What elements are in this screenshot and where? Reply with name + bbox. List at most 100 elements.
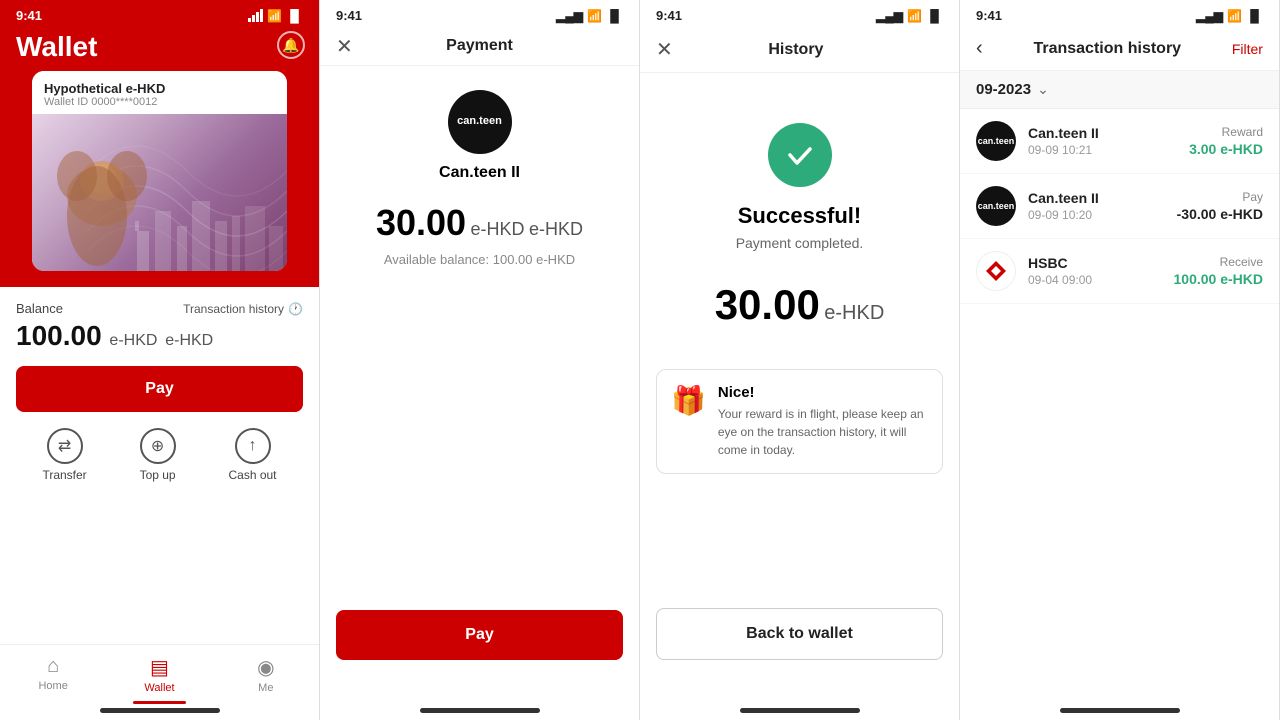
- status-bar-2: 9:41 ▂▄▆ 📶 ▐▌: [320, 0, 639, 27]
- tx-item-3: HSBC 09-04 09:00 Receive 100.00 e-HKD: [960, 239, 1279, 304]
- clock-icon: 🕐: [288, 302, 303, 316]
- status-icons-2: ▂▄▆ 📶 ▐▌: [556, 9, 623, 23]
- available-balance: Available balance: 100.00 e-HKD: [320, 252, 639, 267]
- nav-home-label: Home: [38, 680, 67, 692]
- time-4: 9:41: [976, 8, 1002, 23]
- nav-wallet[interactable]: ▤ Wallet: [106, 653, 212, 696]
- wallet-screen: 9:41 📶 ▐▌ 🔔 Wallet Hypothetical e-HKD Wa…: [0, 0, 320, 720]
- wallet-card: Hypothetical e-HKD Wallet ID 0000****001…: [32, 71, 287, 271]
- card-id: Wallet ID 0000****0012: [44, 96, 275, 108]
- payment-unit: e-HKD: [471, 219, 525, 239]
- cashout-label: Cash out: [228, 468, 276, 482]
- wallet-icon: ▤: [150, 655, 169, 680]
- transfer-label: Transfer: [42, 468, 86, 482]
- tx-initials-2: can.teen: [978, 201, 1015, 211]
- signal-icon: [248, 9, 263, 22]
- tx-info-2: Can.teen II 09-09 10:20: [1028, 190, 1165, 222]
- time-1: 9:41: [16, 8, 42, 23]
- tx-list: can.teen Can.teen II 09-09 10:21 Reward …: [960, 109, 1279, 700]
- wallet-body-inner: Balance Transaction history 🕐 100.00 e-H…: [0, 287, 319, 644]
- signal-icon-2: ▂▄▆: [556, 9, 583, 23]
- cashout-action[interactable]: ↑ Cash out: [228, 428, 276, 482]
- nav-home[interactable]: ⌂ Home: [0, 653, 106, 696]
- reward-title: Nice!: [718, 384, 928, 401]
- merchant-name: Can.teen II: [320, 164, 639, 182]
- nav-wallet-label: Wallet: [144, 682, 174, 694]
- tx-date-1: 09-09 10:21: [1028, 143, 1177, 157]
- balance-unit-text: e-HKD: [165, 332, 213, 349]
- tx-value-1: 3.00 e-HKD: [1189, 141, 1263, 157]
- tx-history-link[interactable]: Transaction history 🕐: [183, 302, 303, 316]
- payment-title: Payment: [446, 37, 513, 55]
- close-payment-button[interactable]: ✕: [336, 34, 353, 59]
- nav-me-label: Me: [258, 682, 273, 694]
- tx-avatar-2: can.teen: [976, 186, 1016, 226]
- tx-item-2: can.teen Can.teen II 09-09 10:20 Pay -30…: [960, 174, 1279, 239]
- tx-filter-button[interactable]: Filter: [1232, 41, 1263, 57]
- profile-icon: ◉: [257, 655, 274, 680]
- status-bar-4: 9:41 ▂▄▆ 📶 ▐▌: [960, 0, 1279, 27]
- success-amount: 30.00: [715, 281, 820, 328]
- tx-header-title: Transaction history: [1033, 40, 1181, 58]
- reward-text: Nice! Your reward is in flight, please k…: [718, 384, 928, 459]
- payment-amount: 30.00: [376, 202, 466, 243]
- city-svg: [127, 171, 287, 271]
- home-bar-1: [100, 708, 220, 713]
- home-indicator-4: [960, 700, 1279, 720]
- signal-icon-3: ▂▄▆: [876, 9, 903, 23]
- success-content: Successful! Payment completed. 30.00 e-H…: [640, 73, 959, 700]
- wifi-icon-4: 📶: [1227, 9, 1242, 23]
- success-title: Successful!: [738, 203, 862, 229]
- success-header: ✕ History: [640, 27, 959, 73]
- time-2: 9:41: [336, 8, 362, 23]
- topup-action[interactable]: ⊕ Top up: [140, 428, 176, 482]
- tx-type-1: Reward: [1189, 125, 1263, 139]
- wifi-icon: 📶: [267, 9, 282, 23]
- home-bar-4: [1060, 708, 1180, 713]
- nav-me[interactable]: ◉ Me: [213, 653, 319, 696]
- tx-history-label: Transaction history: [183, 302, 284, 316]
- payment-amount-row: 30.00 e-HKD e-HKD: [320, 202, 639, 244]
- tx-avatar-3: [976, 251, 1016, 291]
- tx-back-button[interactable]: ‹: [976, 37, 983, 60]
- battery-icon-4: ▐▌: [1246, 9, 1263, 23]
- wifi-icon-2: 📶: [587, 9, 602, 23]
- month-selector[interactable]: 09-2023 ⌄: [960, 71, 1279, 109]
- tx-type-2: Pay: [1177, 190, 1263, 204]
- back-to-wallet-button[interactable]: Back to wallet: [656, 608, 943, 660]
- tx-amount-col-3: Receive 100.00 e-HKD: [1174, 255, 1264, 287]
- reward-body: Your reward is in flight, please keep an…: [718, 405, 928, 459]
- signal-icon-4: ▂▄▆: [1196, 9, 1223, 23]
- notification-bell[interactable]: 🔔: [277, 31, 305, 59]
- check-circle: [768, 123, 832, 187]
- wifi-icon-3: 📶: [907, 9, 922, 23]
- tx-amount-col-1: Reward 3.00 e-HKD: [1189, 125, 1263, 157]
- wallet-body: Balance Transaction history 🕐 100.00 e-H…: [0, 287, 319, 720]
- checkmark-svg: [782, 137, 818, 173]
- status-bar-3: 9:41 ▂▄▆ 📶 ▐▌: [640, 0, 959, 27]
- battery-icon-2: ▐▌: [606, 9, 623, 23]
- home-icon: ⌂: [47, 655, 59, 678]
- reward-emoji: 🎁: [671, 384, 706, 417]
- payment-screen: 9:41 ▂▄▆ 📶 ▐▌ ✕ Payment can.teen Can.tee…: [320, 0, 640, 720]
- wallet-header: 🔔 Wallet Hypothetical e-HKD Wallet ID 00…: [0, 27, 319, 287]
- transfer-action[interactable]: ⇄ Transfer: [42, 428, 86, 482]
- tx-item-1: can.teen Can.teen II 09-09 10:21 Reward …: [960, 109, 1279, 174]
- merchant-avatar: can.teen: [448, 90, 512, 154]
- cashout-icon: ↑: [235, 428, 271, 464]
- tx-date-2: 09-09 10:20: [1028, 208, 1165, 222]
- pay-action-button[interactable]: Pay: [336, 610, 623, 660]
- tx-info-3: HSBC 09-04 09:00: [1028, 255, 1162, 287]
- close-success-button[interactable]: ✕: [656, 37, 673, 62]
- topup-label: Top up: [140, 468, 176, 482]
- tx-name-2: Can.teen II: [1028, 190, 1165, 206]
- balance-value: 100.00: [16, 320, 102, 351]
- tx-name-1: Can.teen II: [1028, 125, 1177, 141]
- chevron-down-icon: ⌄: [1037, 81, 1049, 98]
- home-bar-2: [420, 708, 540, 713]
- tx-info-1: Can.teen II 09-09 10:21: [1028, 125, 1177, 157]
- pay-button[interactable]: Pay: [16, 366, 303, 412]
- wallet-title: Wallet: [16, 31, 303, 63]
- balance-display: 100.00 e-HKD e-HKD: [16, 320, 303, 352]
- payment-unit-text: e-HKD: [529, 219, 583, 239]
